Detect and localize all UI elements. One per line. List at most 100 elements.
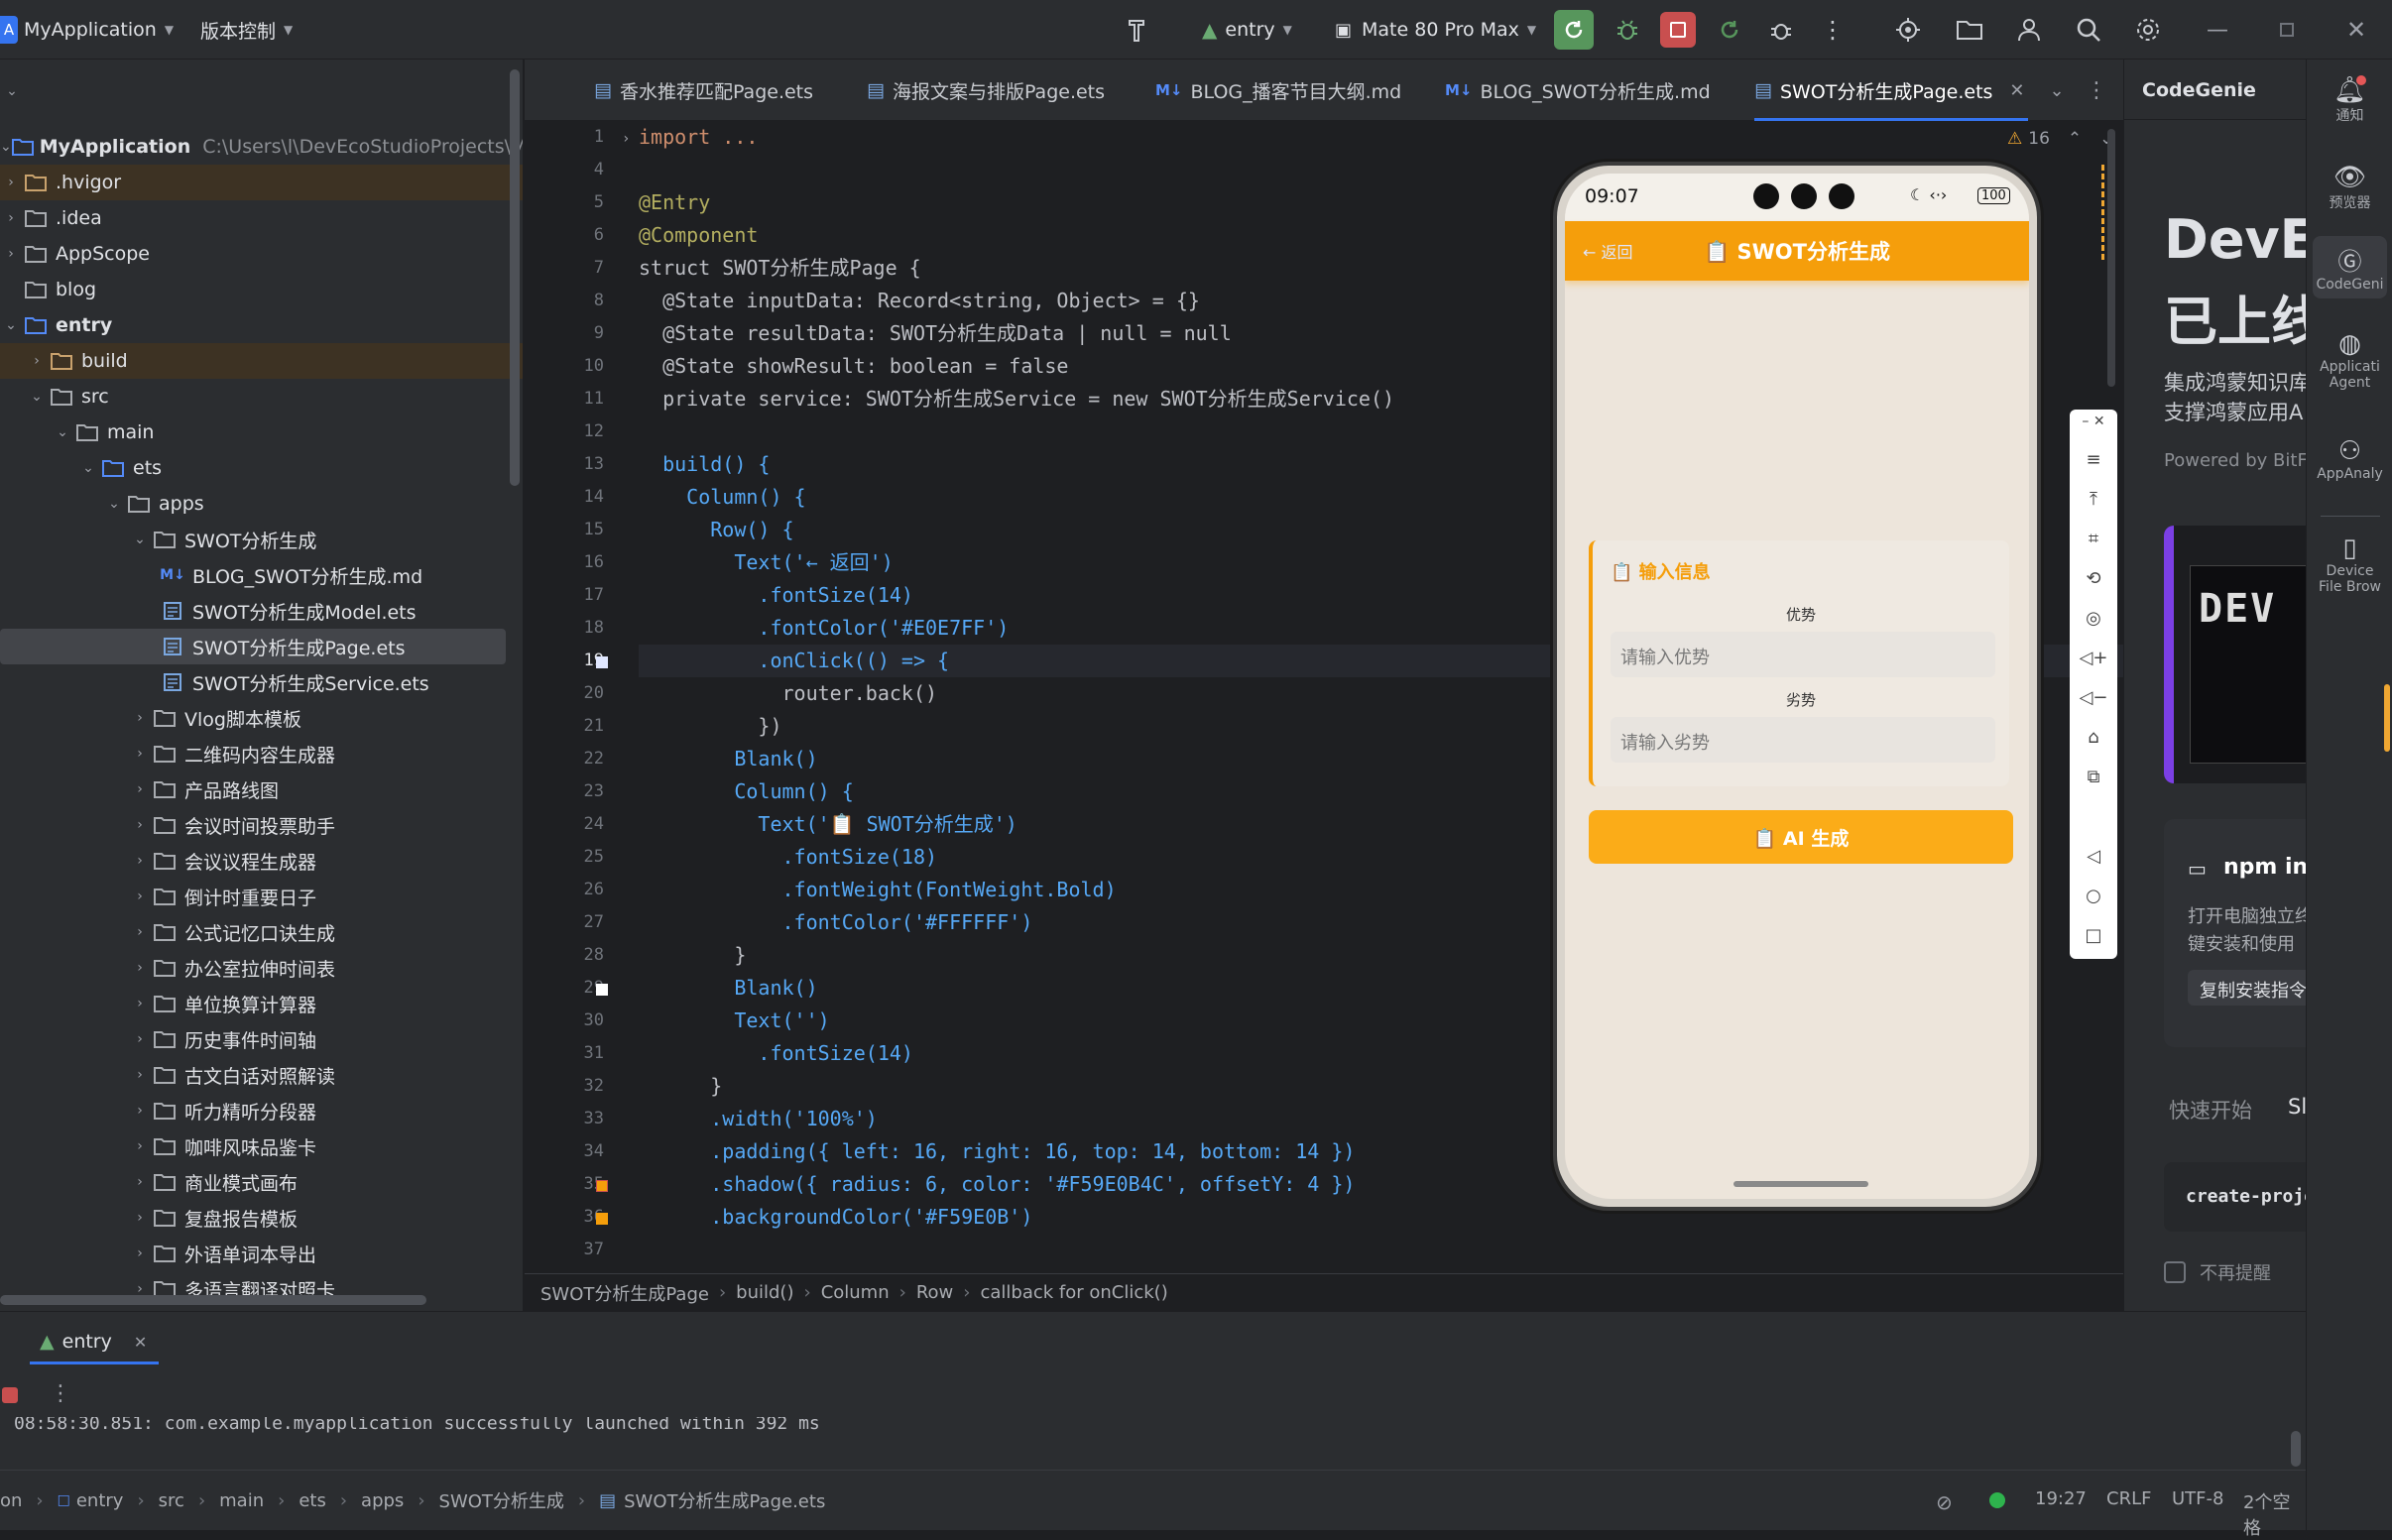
rotate-icon[interactable]: ⟲ bbox=[2070, 568, 2117, 589]
search-icon[interactable] bbox=[2073, 14, 2104, 46]
ai-generate-button[interactable]: 📋 AI 生成 bbox=[1589, 810, 2013, 864]
tree-item-src[interactable]: ⌄ src bbox=[0, 379, 523, 415]
tab-sl[interactable]: Sl bbox=[2288, 1095, 2306, 1119]
chevron-down-icon[interactable]: ⌄ bbox=[2, 81, 22, 101]
device-selector[interactable]: ▣ Mate 80 Pro Max ▼ bbox=[1335, 0, 1536, 59]
fold-arrow-icon[interactable]: › bbox=[622, 131, 630, 147]
status-path-item[interactable]: entry bbox=[76, 1490, 124, 1511]
minimize-icon[interactable]: — bbox=[2202, 14, 2233, 46]
breadcrumb-item[interactable]: Column bbox=[821, 1282, 890, 1303]
file-encoding[interactable]: UTF-8 bbox=[2172, 1488, 2223, 1509]
tab-blog-podcast[interactable]: M↓ BLOG_播客节目大纲.md bbox=[1155, 59, 1401, 121]
project-selector[interactable]: MyApplication ▼ bbox=[24, 0, 174, 59]
screenshot-icon[interactable]: ⧉ bbox=[2070, 767, 2117, 787]
rerun-button[interactable] bbox=[1554, 10, 1594, 50]
status-ok-icon[interactable] bbox=[1989, 1492, 2005, 1508]
copy-install-button[interactable]: 复制安装指令 bbox=[2188, 970, 2306, 1006]
inspection-widget[interactable]: ⚠ 16 ⌃ ⌄ bbox=[2007, 129, 2113, 149]
tree-item-folder[interactable]: › 办公室拉伸时间表 bbox=[0, 950, 523, 986]
status-path-item[interactable]: SWOT分析生成 bbox=[439, 1487, 564, 1513]
run-config-selector[interactable]: ▲ entry ▼ bbox=[1202, 0, 1292, 59]
stop-button[interactable] bbox=[1660, 12, 1696, 48]
strength-input[interactable]: 请输入优势 bbox=[1611, 632, 1995, 677]
breadcrumb-item[interactable]: Row bbox=[916, 1282, 953, 1303]
tree-item-swot-folder[interactable]: ⌄ SWOT分析生成 bbox=[0, 522, 523, 557]
tree-item-entry[interactable]: ⌄ entry bbox=[0, 307, 523, 343]
emu-minimize-close-icon[interactable]: – ✕ bbox=[2070, 414, 2117, 429]
target-icon[interactable] bbox=[1892, 14, 1924, 46]
debug-bug-icon[interactable] bbox=[1612, 14, 1643, 46]
status-path-item[interactable]: SWOT分析生成Page.ets bbox=[624, 1487, 825, 1513]
tree-item-folder[interactable]: › 倒计时重要日子 bbox=[0, 879, 523, 914]
code-area[interactable]: import ... @Entry @Component struct SWOT… bbox=[639, 121, 2136, 1337]
status-path-item[interactable]: on bbox=[0, 1490, 22, 1511]
tree-item-model[interactable]: SWOT分析生成Model.ets bbox=[0, 593, 523, 629]
volume-up-icon[interactable]: ◁+ bbox=[2070, 648, 2117, 668]
indent-setting[interactable]: 2个空格 bbox=[2243, 1488, 2306, 1540]
line-separator[interactable]: CRLF bbox=[2106, 1488, 2151, 1509]
tree-item-folder[interactable]: › 复盘报告模板 bbox=[0, 1200, 523, 1236]
status-path-item[interactable]: ets bbox=[299, 1490, 326, 1511]
location-icon[interactable]: ◎ bbox=[2070, 608, 2117, 629]
build-hammer-icon[interactable] bbox=[1123, 14, 1154, 46]
breadcrumb-item[interactable]: SWOT分析生成Page bbox=[540, 1280, 709, 1306]
back-nav-icon[interactable]: ◁ bbox=[2070, 846, 2117, 867]
apply-changes-icon[interactable] bbox=[1714, 14, 1745, 46]
run-tab[interactable]: ▲ entry ✕ bbox=[40, 1322, 147, 1362]
weakness-input[interactable]: 请输入劣势 bbox=[1611, 717, 1995, 763]
status-path-item[interactable]: src bbox=[159, 1490, 184, 1511]
notifications-button[interactable]: 🔔︎ 通知 bbox=[2307, 75, 2392, 125]
tree-item-folder[interactable]: › 单位换算计算器 bbox=[0, 986, 523, 1021]
tree-item-folder[interactable]: › 产品路线图 bbox=[0, 771, 523, 807]
close-tab-icon[interactable]: ✕ bbox=[134, 1333, 147, 1352]
tree-item-folder[interactable]: › 公式记忆口诀生成 bbox=[0, 914, 523, 950]
tab-swot-page[interactable]: ▤ SWOT分析生成Page.ets ✕ bbox=[1754, 59, 2029, 121]
status-path-item[interactable]: main bbox=[219, 1490, 264, 1511]
tree-item-blog-md[interactable]: M↓ BLOG_SWOT分析生成.md bbox=[0, 557, 523, 593]
tab-quickstart[interactable]: 快速开始 bbox=[2169, 1095, 2252, 1125]
tree-item-page-selected[interactable]: SWOT分析生成Page.ets bbox=[0, 629, 506, 664]
vcs-menu[interactable]: 版本控制 ▼ bbox=[200, 0, 293, 59]
color-swatch[interactable] bbox=[596, 656, 608, 668]
account-icon[interactable] bbox=[2013, 14, 2045, 46]
eye-off-icon[interactable]: ⊘ bbox=[1936, 1490, 1953, 1514]
tree-item-folder[interactable]: › 会议时间投票助手 bbox=[0, 807, 523, 843]
color-swatch[interactable] bbox=[596, 1180, 608, 1192]
horizontal-scrollbar[interactable] bbox=[0, 1295, 426, 1305]
tree-item-folder[interactable]: › Vlog脚本模板 bbox=[0, 700, 523, 736]
tree-item-idea[interactable]: › .idea bbox=[0, 200, 523, 236]
tree-item-apps[interactable]: ⌄ apps bbox=[0, 486, 523, 522]
pin-top-icon[interactable]: ⤒ bbox=[2070, 489, 2117, 510]
home-nav-icon[interactable]: ○ bbox=[2070, 886, 2117, 906]
tabs-dropdown-icon[interactable]: ⌄ bbox=[2042, 75, 2072, 105]
more-vertical-icon[interactable]: ⋮ bbox=[50, 1381, 71, 1406]
vertical-scrollbar[interactable] bbox=[510, 69, 520, 486]
fold-icon[interactable]: ⌂ bbox=[2070, 727, 2117, 748]
tab-blog-swot[interactable]: M↓ BLOG_SWOT分析生成.md bbox=[1445, 59, 1711, 121]
settings-gear-icon[interactable] bbox=[2132, 14, 2164, 46]
tree-item-folder[interactable]: › 会议议程生成器 bbox=[0, 843, 523, 879]
tab-poster-page[interactable]: ▤ 海报文案与排版Page.ets bbox=[867, 59, 1105, 121]
close-tab-icon[interactable]: ✕ bbox=[2009, 80, 2024, 101]
application-agent-button[interactable]: ◍ Applicati Agent bbox=[2307, 329, 2392, 391]
tree-item-folder[interactable]: › 历史事件时间轴 bbox=[0, 1021, 523, 1057]
dont-remind-checkbox[interactable]: 不再提醒 bbox=[2164, 1259, 2271, 1285]
status-path-item[interactable]: apps bbox=[361, 1490, 404, 1511]
codegenie-button[interactable]: Ⓖ CodeGeni bbox=[2313, 236, 2387, 298]
menu-icon[interactable]: ≡ bbox=[2070, 449, 2117, 470]
log-scrollbar[interactable] bbox=[2291, 1431, 2301, 1467]
more-vertical-icon[interactable]: ⋮ bbox=[2082, 75, 2111, 105]
device-file-browser-button[interactable]: ▯ Device File Brow bbox=[2307, 533, 2392, 595]
tree-item-folder[interactable]: › 商业模式画布 bbox=[0, 1164, 523, 1200]
tree-item-ets[interactable]: ⌄ ets bbox=[0, 450, 523, 486]
color-swatch[interactable] bbox=[596, 984, 608, 996]
tree-item-folder[interactable]: › 外语单词本导出 bbox=[0, 1236, 523, 1271]
tree-item-main[interactable]: ⌄ main bbox=[0, 415, 523, 450]
crop-icon[interactable]: ⌗ bbox=[2070, 529, 2117, 549]
tree-item-folder[interactable]: › 听力精听分段器 bbox=[0, 1093, 523, 1128]
scroll-indicator[interactable] bbox=[2384, 684, 2390, 752]
tree-item-folder[interactable]: › 古文白话对照解读 bbox=[0, 1057, 523, 1093]
chevron-up-icon[interactable]: ⌃ bbox=[2068, 129, 2082, 149]
more-vertical-icon[interactable]: ⋮ bbox=[1817, 14, 1849, 46]
tree-item-folder[interactable]: › 二维码内容生成器 bbox=[0, 736, 523, 771]
